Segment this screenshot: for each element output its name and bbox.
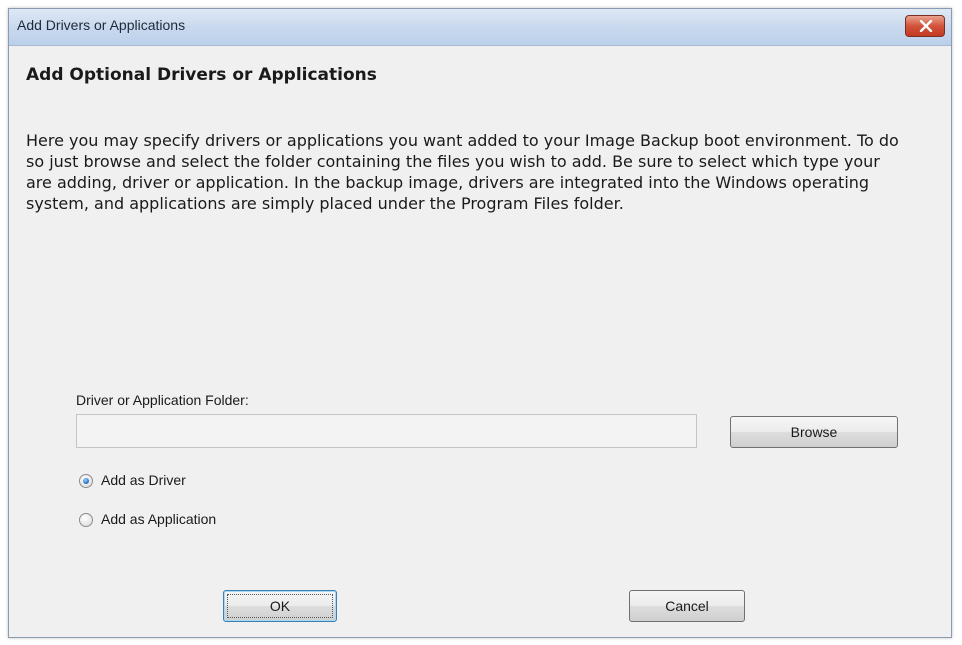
focus-rectangle: [227, 594, 333, 618]
dialog-window: Add Drivers or Applications Add Optional…: [8, 8, 952, 638]
browse-button[interactable]: Browse: [730, 416, 898, 448]
cancel-button[interactable]: Cancel: [629, 590, 745, 622]
title-bar[interactable]: Add Drivers or Applications: [9, 9, 951, 46]
ok-button[interactable]: OK: [223, 590, 337, 622]
description-text: Here you may specify drivers or applicat…: [26, 131, 899, 213]
radio-button-selected[interactable]: [79, 474, 93, 488]
folder-path-input[interactable]: [76, 414, 697, 448]
radio-dot: [83, 478, 89, 484]
dialog-content: Add Optional Drivers or Applications Her…: [9, 46, 951, 637]
close-button[interactable]: [905, 15, 945, 37]
radio-label: Add as Driver: [101, 472, 186, 488]
radio-button[interactable]: [79, 513, 93, 527]
close-icon: [919, 20, 933, 32]
radio-label: Add as Application: [101, 511, 217, 527]
window-title: Add Drivers or Applications: [17, 17, 186, 33]
page-title: Add Optional Drivers or Applications: [26, 65, 377, 85]
folder-label: Driver or Application Folder:: [76, 392, 249, 408]
